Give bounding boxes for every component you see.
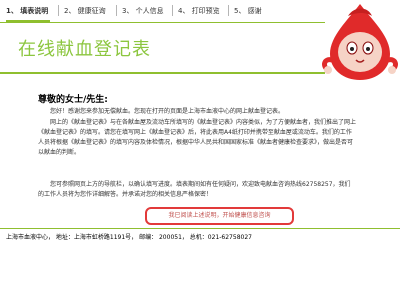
start-health-inquiry-button-label: 我已阅读上述说明，开始健康信息咨询: [168, 212, 271, 219]
body-paragraph: 您好！感谢您来参加无偿献血。您现在打开的页面是上海市血液中心的网上献血登记表。: [50, 108, 285, 115]
tab-personal-info[interactable]: 3、 个人信息: [122, 2, 168, 20]
tab-thanks-label: 5、 感谢: [234, 7, 262, 15]
tab-health-inquiry-label: 2、 健康征询: [64, 7, 106, 15]
greeting-title: 尊敬的女士/先生:: [38, 95, 108, 105]
tab-separator: [116, 5, 117, 16]
tab-print-preview[interactable]: 4、 打印预览: [178, 2, 224, 20]
tab-health-inquiry[interactable]: 2、 健康征询: [64, 2, 110, 20]
blood-drop-mascot-icon: [320, 0, 400, 82]
footer-address: 上海市血液中心， 地址：上海市虹桥路1191号， 邮编： 200051， 总机：…: [6, 234, 252, 241]
tab-separator: [228, 5, 229, 16]
body-paragraph: 网上的《献血登记表》与在各献血屋及流动车所填写的《献血登记表》内容类似，为了方便…: [38, 119, 357, 156]
tab-instructions[interactable]: 1、 填表说明: [6, 2, 50, 22]
tab-thanks[interactable]: 5、 感谢: [234, 2, 266, 20]
tab-separator: [58, 5, 59, 16]
page-title: 在线献血登记表: [18, 39, 151, 60]
body-paragraph: 您可参照网页上方的导航栏，以确认填写进度。填表期间如有任何疑问，欢迎致电献血咨询…: [38, 181, 351, 198]
banner-divider: [0, 72, 325, 74]
tab-instructions-label: 1、 填表说明: [6, 7, 49, 15]
tab-personal-info-label: 3、 个人信息: [122, 7, 164, 15]
tab-separator: [172, 5, 173, 16]
tab-print-preview-label: 4、 打印预览: [178, 7, 220, 15]
footer-divider: [0, 228, 400, 229]
tab-bar-underline: [0, 22, 325, 23]
start-health-inquiry-button[interactable]: 我已阅读上述说明，开始健康信息咨询: [145, 207, 294, 225]
